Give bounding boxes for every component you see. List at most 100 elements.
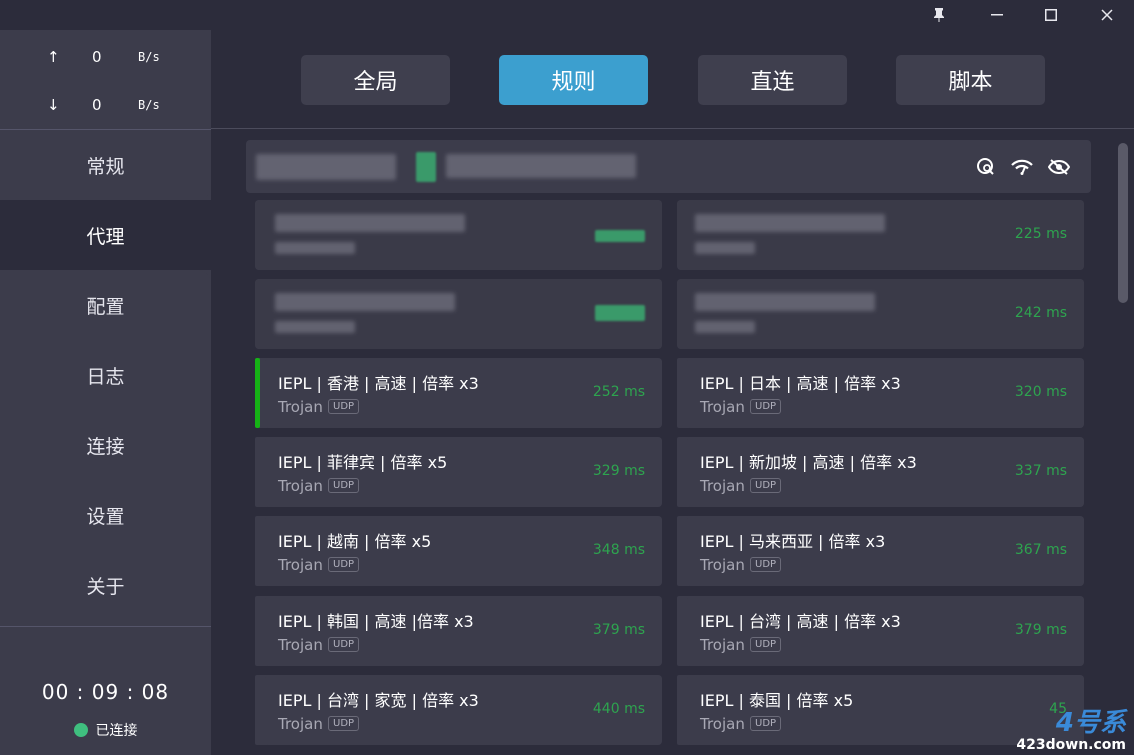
mode-script-button[interactable]: 脚本 bbox=[896, 55, 1045, 105]
proxy-card[interactable]: 225 ms bbox=[677, 200, 1084, 270]
proxy-protocol: Trojan bbox=[700, 556, 745, 574]
sidebar-item-profiles[interactable]: 配置 bbox=[0, 270, 211, 340]
card-body: IEPL | 越南 | 倍率 x5 Trojan UDP 348 ms bbox=[265, 516, 662, 586]
proxy-grid: 225 ms 242 ms IEPL | 香港 | 高速 | 倍率 x3 Tro… bbox=[255, 200, 1095, 755]
proxy-delay[interactable]: 320 ms bbox=[1015, 384, 1067, 400]
proxy-card[interactable]: IEPL | 韩国 | 高速 |倍率 x3 Trojan UDP 379 ms bbox=[255, 596, 662, 666]
sidebar-item-settings[interactable]: 设置 bbox=[0, 480, 211, 550]
card-indicator bbox=[677, 675, 682, 745]
proxy-card[interactable]: IEPL | 越南 | 倍率 x5 Trojan UDP 348 ms bbox=[255, 516, 662, 586]
sidebar-item-label: 日志 bbox=[86, 365, 125, 388]
mode-label: 脚本 bbox=[948, 70, 993, 95]
udp-badge: UDP bbox=[328, 557, 360, 572]
group-name-blurred bbox=[256, 154, 396, 180]
proxy-card[interactable] bbox=[255, 279, 662, 349]
proxy-delay[interactable]: 440 ms bbox=[593, 701, 645, 717]
mode-label: 全局 bbox=[353, 70, 398, 95]
wifi-speed-icon[interactable] bbox=[1011, 156, 1033, 178]
proxy-name: IEPL | 台湾 | 家宽 | 倍率 x3 bbox=[278, 691, 479, 710]
proxy-card-selected[interactable]: IEPL | 香港 | 高速 | 倍率 x3 Trojan UDP 252 ms bbox=[255, 358, 662, 428]
proxy-name: IEPL | 菲律宾 | 倍率 x5 bbox=[278, 453, 448, 472]
close-button[interactable] bbox=[1082, 0, 1132, 30]
udp-badge: UDP bbox=[750, 478, 782, 493]
proxy-delay[interactable]: 329 ms bbox=[593, 463, 645, 479]
card-indicator bbox=[255, 437, 260, 507]
group-current-blurred bbox=[446, 154, 636, 178]
sidebar-item-general[interactable]: 常规 bbox=[0, 130, 211, 200]
scrollbar-thumb[interactable] bbox=[1118, 143, 1128, 303]
sidebar-item-logs[interactable]: 日志 bbox=[0, 340, 211, 410]
proxy-card[interactable]: IEPL | 日本 | 高速 | 倍率 x3 Trojan UDP 320 ms bbox=[677, 358, 1084, 428]
mode-global-button[interactable]: 全局 bbox=[301, 55, 450, 105]
proxy-card[interactable]: 242 ms bbox=[677, 279, 1084, 349]
card-body: IEPL | 日本 | 高速 | 倍率 x3 Trojan UDP 320 ms bbox=[687, 358, 1084, 428]
mode-bar: 全局 规则 直连 脚本 bbox=[211, 30, 1134, 129]
eye-hide-icon[interactable] bbox=[1048, 156, 1070, 178]
card-body: IEPL | 马来西亚 | 倍率 x3 Trojan UDP 367 ms bbox=[687, 516, 1084, 586]
proxy-proto-blurred bbox=[275, 321, 355, 333]
proxy-delay[interactable]: 379 ms bbox=[593, 622, 645, 638]
status-label: 已连接 bbox=[95, 723, 138, 739]
mode-rule-button[interactable]: 规则 bbox=[499, 55, 648, 105]
proxy-delay[interactable]: 367 ms bbox=[1015, 542, 1067, 558]
upload-unit: B/s bbox=[138, 50, 160, 64]
minimize-button[interactable] bbox=[972, 0, 1022, 30]
proxy-proto-blurred bbox=[275, 242, 355, 254]
traffic-panel: ↑ 0 B/s ↓ 0 B/s bbox=[0, 30, 211, 130]
proxy-group-header[interactable] bbox=[246, 140, 1091, 193]
proxy-proto-blurred bbox=[695, 321, 755, 333]
proxy-delay-blurred bbox=[595, 305, 645, 321]
proxy-delay[interactable]: 252 ms bbox=[593, 384, 645, 400]
mode-label: 直连 bbox=[750, 70, 795, 95]
proxy-card[interactable]: IEPL | 台湾 | 家宽 | 倍率 x3 Trojan UDP 440 ms bbox=[255, 675, 662, 745]
pin-icon[interactable] bbox=[914, 0, 964, 30]
proxy-delay[interactable]: 348 ms bbox=[593, 542, 645, 558]
proxy-protocol: Trojan bbox=[278, 556, 323, 574]
watermark-bottom: 423down.com bbox=[1016, 737, 1126, 753]
card-indicator bbox=[255, 516, 260, 586]
sidebar-item-about[interactable]: 关于 bbox=[0, 550, 211, 620]
proxy-card[interactable]: IEPL | 新加坡 | 高速 | 倍率 x3 Trojan UDP 337 m… bbox=[677, 437, 1084, 507]
sidebar-item-proxy[interactable]: 代理 bbox=[0, 200, 211, 270]
search-latency-icon[interactable] bbox=[975, 156, 997, 178]
proxy-protocol: Trojan bbox=[700, 477, 745, 495]
sidebar-item-connections[interactable]: 连接 bbox=[0, 410, 211, 480]
sidebar: ↑ 0 B/s ↓ 0 B/s 常规 代理 配置 日志 连接 设置 关于 00 … bbox=[0, 30, 211, 755]
proxy-card[interactable]: IEPL | 台湾 | 高速 | 倍率 x3 Trojan UDP 379 ms bbox=[677, 596, 1084, 666]
download-arrow-icon: ↓ bbox=[47, 96, 60, 114]
proxy-card[interactable]: IEPL | 菲律宾 | 倍率 x5 Trojan UDP 329 ms bbox=[255, 437, 662, 507]
proxy-name: IEPL | 香港 | 高速 | 倍率 x3 bbox=[278, 374, 479, 393]
card-indicator bbox=[255, 675, 260, 745]
proxy-card[interactable]: IEPL | 马来西亚 | 倍率 x3 Trojan UDP 367 ms bbox=[677, 516, 1084, 586]
card-body bbox=[255, 279, 662, 349]
card-indicator bbox=[677, 596, 682, 666]
mode-direct-button[interactable]: 直连 bbox=[698, 55, 847, 105]
card-body: 242 ms bbox=[677, 279, 1084, 349]
proxy-name-blurred bbox=[275, 214, 465, 232]
card-body: IEPL | 新加坡 | 高速 | 倍率 x3 Trojan UDP 337 m… bbox=[687, 437, 1084, 507]
proxy-name: IEPL | 越南 | 倍率 x5 bbox=[278, 532, 432, 551]
card-body: IEPL | 韩国 | 高速 |倍率 x3 Trojan UDP 379 ms bbox=[265, 596, 662, 666]
proxy-delay: 225 ms bbox=[1014, 226, 1067, 242]
sidebar-item-label: 连接 bbox=[86, 435, 125, 458]
proxy-name-blurred bbox=[695, 293, 875, 311]
maximize-button[interactable] bbox=[1026, 0, 1076, 30]
card-body: IEPL | 台湾 | 高速 | 倍率 x3 Trojan UDP 379 ms bbox=[687, 596, 1084, 666]
download-unit: B/s bbox=[138, 98, 160, 112]
proxy-delay[interactable]: 379 ms bbox=[1015, 622, 1067, 638]
title-bar bbox=[0, 0, 1134, 30]
proxy-delay: 242 ms bbox=[1014, 305, 1067, 321]
proxy-name-blurred bbox=[275, 293, 455, 311]
sidebar-item-label: 配置 bbox=[86, 295, 125, 318]
udp-badge: UDP bbox=[750, 637, 782, 652]
udp-badge: UDP bbox=[328, 399, 360, 414]
sidebar-item-label: 常规 bbox=[86, 155, 125, 178]
sidebar-item-label: 关于 bbox=[86, 575, 125, 598]
proxy-card[interactable] bbox=[255, 200, 662, 270]
udp-badge: UDP bbox=[328, 637, 360, 652]
proxy-delay[interactable]: 337 ms bbox=[1015, 463, 1067, 479]
proxy-proto-blurred bbox=[695, 242, 755, 254]
proxy-protocol: Trojan bbox=[278, 636, 323, 654]
card-indicator bbox=[677, 358, 682, 428]
card-indicator bbox=[255, 596, 260, 666]
